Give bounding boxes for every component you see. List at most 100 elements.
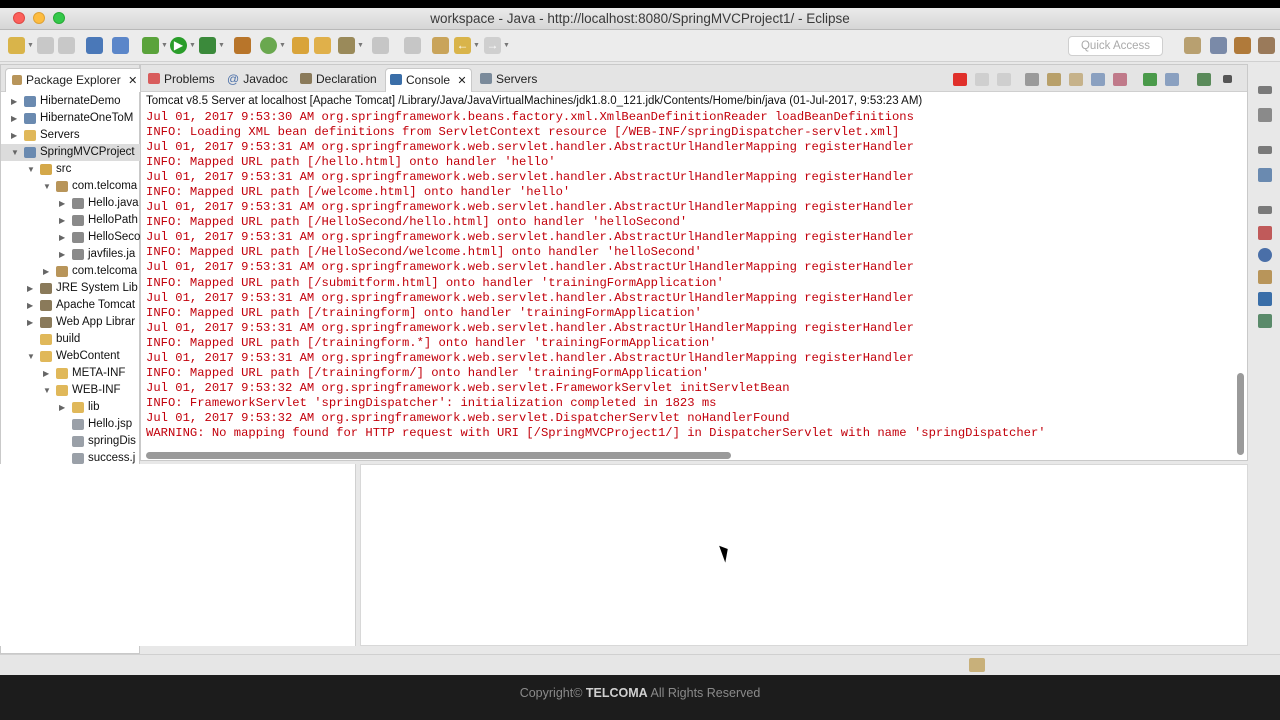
outline-view-icon[interactable]	[1258, 108, 1272, 122]
tree-item[interactable]: ▼ SpringMVCProject	[1, 144, 141, 161]
skip-breakpoints-icon[interactable]	[112, 37, 129, 54]
external-tools-dropdown-icon[interactable]: ▼	[218, 42, 225, 49]
chevron-right-icon[interactable]: ▶	[59, 195, 69, 212]
back-dropdown-icon[interactable]: ▼	[473, 42, 480, 49]
open-task-icon[interactable]	[86, 37, 103, 54]
tree-item[interactable]: ▶ HelloPath	[1, 212, 141, 229]
new-class-dropdown-icon[interactable]: ▼	[279, 42, 286, 49]
debug-perspective-icon[interactable]	[1234, 37, 1251, 54]
tree-item[interactable]: build	[1, 331, 141, 348]
status-icon[interactable]	[969, 658, 985, 672]
tab-servers[interactable]: Servers	[476, 68, 541, 92]
open-type-icon[interactable]	[292, 37, 309, 54]
new-java-project-icon[interactable]	[234, 37, 251, 54]
tree-item[interactable]: ▶ HibernateDemo	[1, 93, 141, 110]
new-icon[interactable]	[8, 37, 25, 54]
tree-item[interactable]: ▶ HibernateOneToM	[1, 110, 141, 127]
close-icon[interactable]: ✕	[128, 75, 137, 87]
tree-item[interactable]: springDis	[1, 433, 141, 450]
tab-declaration[interactable]: Declaration	[296, 68, 381, 92]
terminate-icon[interactable]	[953, 73, 967, 86]
tab-problems[interactable]: Problems	[144, 68, 219, 92]
back-icon[interactable]: ←	[454, 37, 471, 54]
external-tools-icon[interactable]	[199, 37, 216, 54]
new-dropdown-icon[interactable]: ▼	[27, 42, 34, 49]
chevron-right-icon[interactable]: ▶	[59, 229, 69, 246]
next-annotation-icon[interactable]	[372, 37, 389, 54]
run-icon[interactable]: ▶	[170, 37, 187, 54]
chevron-down-icon[interactable]: ▼	[43, 178, 53, 195]
chevron-down-icon[interactable]: ▼	[27, 348, 37, 365]
tab-console[interactable]: Console ✕	[385, 68, 472, 92]
clear-console-icon[interactable]	[1025, 73, 1039, 86]
chevron-down-icon[interactable]: ▼	[43, 382, 53, 399]
javadoc-icon[interactable]	[1258, 248, 1272, 262]
tree-item[interactable]: ▶ javfiles.ja	[1, 246, 141, 263]
tree-item[interactable]: ▼ com.telcoma	[1, 178, 141, 195]
previous-annotation-icon[interactable]	[404, 37, 421, 54]
word-wrap-icon[interactable]	[1069, 73, 1083, 86]
forward-icon[interactable]: →	[484, 37, 501, 54]
tree-item[interactable]: Hello.jsp	[1, 416, 141, 433]
servers-icon[interactable]	[1258, 314, 1272, 328]
tree-item[interactable]: ▶ Servers	[1, 127, 141, 144]
pin-console-icon[interactable]	[1143, 73, 1157, 86]
chevron-right-icon[interactable]: ▶	[59, 212, 69, 229]
tree-item[interactable]: ▶ com.telcoma	[1, 263, 141, 280]
chevron-right-icon[interactable]: ▶	[43, 263, 53, 280]
remove-launch-icon[interactable]	[975, 73, 989, 86]
run-dropdown-icon[interactable]: ▼	[189, 42, 196, 49]
tree-item[interactable]: ▼ WebContent	[1, 348, 141, 365]
restore-icon[interactable]	[1258, 146, 1272, 154]
java-perspective-icon[interactable]	[1258, 37, 1275, 54]
tree-item[interactable]: ▶ Web App Librar	[1, 314, 141, 331]
search-dropdown-icon[interactable]: ▼	[357, 42, 364, 49]
chevron-right-icon[interactable]: ▶	[11, 110, 21, 127]
save-all-icon[interactable]	[58, 37, 75, 54]
chevron-right-icon[interactable]: ▶	[43, 365, 53, 382]
open-perspective-icon[interactable]	[1184, 37, 1201, 54]
chevron-down-icon[interactable]: ▼	[27, 161, 37, 178]
debug-dropdown-icon[interactable]: ▼	[161, 42, 168, 49]
chevron-right-icon[interactable]: ▶	[27, 280, 37, 297]
chevron-down-icon[interactable]: ▼	[11, 144, 21, 161]
close-icon[interactable]: ✕	[457, 75, 466, 87]
tab-javadoc[interactable]: @ Javadoc	[223, 68, 292, 92]
show-on-stderr-icon[interactable]	[1113, 73, 1127, 86]
restore-icon[interactable]	[1258, 86, 1272, 94]
open-console-icon[interactable]	[1197, 73, 1211, 86]
declaration-icon[interactable]	[1258, 270, 1272, 284]
tree-item[interactable]: ▶ META-INF	[1, 365, 141, 382]
open-folder-icon[interactable]	[314, 37, 331, 54]
chevron-right-icon[interactable]: ▶	[59, 399, 69, 416]
minimize-view-icon[interactable]	[1223, 75, 1232, 83]
problems-icon[interactable]	[1258, 226, 1272, 240]
chevron-right-icon[interactable]: ▶	[59, 246, 69, 263]
restore-icon[interactable]	[1258, 206, 1272, 214]
tree-item[interactable]: ▼ src	[1, 161, 141, 178]
save-icon[interactable]	[37, 37, 54, 54]
last-edit-location-icon[interactable]	[432, 37, 449, 54]
tree-item[interactable]: ▶ JRE System Lib	[1, 280, 141, 297]
tree-item[interactable]: ▶ Hello.java	[1, 195, 141, 212]
chevron-right-icon[interactable]: ▶	[11, 93, 21, 110]
tree-item[interactable]: ▶ Apache Tomcat	[1, 297, 141, 314]
console-icon[interactable]	[1258, 292, 1272, 306]
task-list-icon[interactable]	[1258, 168, 1272, 182]
quick-access-input[interactable]: Quick Access	[1068, 36, 1163, 56]
new-java-class-icon[interactable]	[260, 37, 277, 54]
tree-item[interactable]: ▼ WEB-INF	[1, 382, 141, 399]
chevron-right-icon[interactable]: ▶	[11, 127, 21, 144]
remove-all-terminated-icon[interactable]	[997, 73, 1011, 86]
horizontal-scrollbar[interactable]	[146, 452, 731, 459]
show-on-stdout-icon[interactable]	[1091, 73, 1105, 86]
scroll-lock-icon[interactable]	[1047, 73, 1061, 86]
search-icon[interactable]	[338, 37, 355, 54]
chevron-right-icon[interactable]: ▶	[27, 297, 37, 314]
forward-dropdown-icon[interactable]: ▼	[503, 42, 510, 49]
vertical-scrollbar[interactable]	[1237, 373, 1244, 455]
tree-item[interactable]: ▶ HelloSeco	[1, 229, 141, 246]
chevron-right-icon[interactable]: ▶	[27, 314, 37, 331]
display-console-icon[interactable]	[1165, 73, 1179, 86]
tab-package-explorer[interactable]: Package Explorer ✕	[5, 68, 145, 92]
